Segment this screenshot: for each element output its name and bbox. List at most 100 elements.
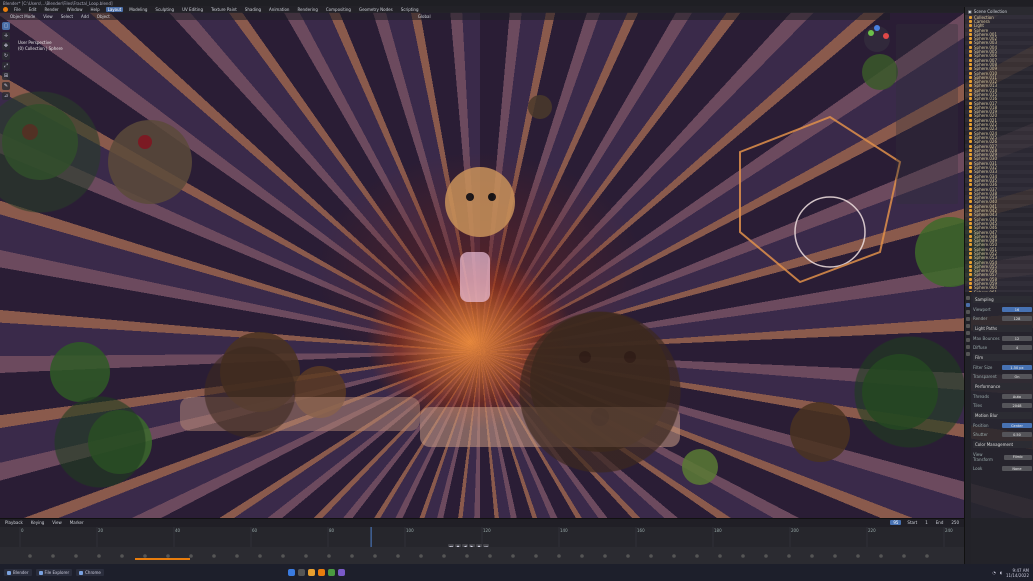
menu-file[interactable]: File bbox=[12, 7, 23, 12]
keyframe-marker[interactable] bbox=[28, 554, 32, 558]
property-section-header[interactable]: Sampling bbox=[973, 296, 1032, 303]
tab-sculpting[interactable]: Sculpting bbox=[153, 7, 176, 12]
keyframe-marker[interactable] bbox=[350, 554, 354, 558]
property-field[interactable]: Center bbox=[1002, 423, 1032, 428]
modifier-tab-icon[interactable] bbox=[966, 345, 970, 349]
start-frame-field[interactable]: 1 bbox=[923, 520, 930, 525]
render-tab-icon[interactable] bbox=[966, 303, 970, 307]
select-box-icon[interactable]: ▢ bbox=[2, 22, 10, 30]
object-menu[interactable]: Object bbox=[95, 14, 112, 19]
keyframe-marker[interactable] bbox=[902, 554, 906, 558]
tab-animation[interactable]: Animation bbox=[267, 7, 291, 12]
marker-menu[interactable]: Marker bbox=[68, 520, 86, 525]
property-field[interactable]: 2048 bbox=[1002, 403, 1032, 408]
tab-shading[interactable]: Shading bbox=[243, 7, 263, 12]
orientation-selector[interactable]: Global bbox=[416, 14, 433, 19]
folder-pinned-icon[interactable] bbox=[307, 569, 315, 576]
keyframe-marker[interactable] bbox=[212, 554, 216, 558]
tab-geometry-nodes[interactable]: Geometry Nodes bbox=[357, 7, 395, 12]
blender-pinned-icon[interactable] bbox=[317, 569, 325, 576]
search-icon[interactable] bbox=[297, 569, 305, 576]
property-section-header[interactable]: Color Management bbox=[973, 441, 1032, 448]
keyframe-marker[interactable] bbox=[787, 554, 791, 558]
property-field[interactable]: 16 bbox=[1002, 307, 1032, 312]
property-field[interactable]: Auto bbox=[1002, 394, 1032, 399]
keyframe-marker[interactable] bbox=[810, 554, 814, 558]
material-tab-icon[interactable] bbox=[966, 352, 970, 356]
menu-help[interactable]: Help bbox=[88, 7, 101, 12]
tab-texture-paint[interactable]: Texture Paint bbox=[209, 7, 239, 12]
taskbar-app-blender[interactable]: Blender bbox=[4, 569, 32, 576]
property-section-header[interactable]: Motion Blur bbox=[973, 412, 1032, 419]
keyframe-marker[interactable] bbox=[442, 554, 446, 558]
property-section-header[interactable]: Performance bbox=[973, 383, 1032, 390]
property-field[interactable]: Filmic bbox=[1003, 454, 1032, 460]
keyframe-marker[interactable] bbox=[235, 554, 239, 558]
keyframe-marker[interactable] bbox=[97, 554, 101, 558]
keyframe-marker[interactable] bbox=[258, 554, 262, 558]
tab-modeling[interactable]: Modeling bbox=[127, 7, 149, 12]
property-field[interactable]: 0.50 bbox=[1002, 432, 1032, 437]
volume-icon[interactable]: ◖ bbox=[1000, 570, 1002, 575]
object-tab-icon[interactable] bbox=[966, 338, 970, 342]
tab-scripting[interactable]: Scripting bbox=[399, 7, 421, 12]
tab-layout[interactable]: Layout bbox=[105, 7, 124, 12]
move-icon[interactable]: ✥ bbox=[2, 42, 10, 50]
keyframe-marker[interactable] bbox=[373, 554, 377, 558]
property-field[interactable]: 1.50 px bbox=[1002, 365, 1032, 370]
rotate-icon[interactable]: ↻ bbox=[2, 52, 10, 60]
keyframe-marker[interactable] bbox=[649, 554, 653, 558]
taskbar-app-chrome[interactable]: Chrome bbox=[76, 569, 104, 576]
keyframe-marker[interactable] bbox=[580, 554, 584, 558]
tab-uv-editing[interactable]: UV Editing bbox=[180, 7, 205, 12]
measure-icon[interactable]: ⊿ bbox=[2, 92, 10, 100]
keyframe-marker[interactable] bbox=[534, 554, 538, 558]
add-menu[interactable]: Add bbox=[79, 14, 91, 19]
keyframe-marker[interactable] bbox=[511, 554, 515, 558]
tool-tab-icon[interactable] bbox=[966, 296, 970, 300]
keyframe-marker[interactable] bbox=[764, 554, 768, 558]
select-menu[interactable]: Select bbox=[59, 14, 75, 19]
navigation-gizmo-icon[interactable] bbox=[862, 24, 892, 54]
keyframe-marker[interactable] bbox=[166, 554, 170, 558]
keyframe-marker[interactable] bbox=[741, 554, 745, 558]
keyframe-marker[interactable] bbox=[327, 554, 331, 558]
cursor-icon[interactable]: ✛ bbox=[2, 32, 10, 40]
keyframe-marker[interactable] bbox=[143, 554, 147, 558]
playback-menu[interactable]: Playback bbox=[3, 520, 25, 525]
keyframe-marker[interactable] bbox=[120, 554, 124, 558]
end-frame-field[interactable]: 250 bbox=[949, 520, 961, 525]
keyframe-marker[interactable] bbox=[603, 554, 607, 558]
property-field[interactable]: 12 bbox=[1002, 336, 1032, 341]
keyframe-marker[interactable] bbox=[695, 554, 699, 558]
view-menu-timeline[interactable]: View bbox=[50, 520, 64, 525]
keyframe-marker[interactable] bbox=[488, 554, 492, 558]
scene-tab-icon[interactable] bbox=[966, 324, 970, 328]
keyframe-marker[interactable] bbox=[672, 554, 676, 558]
keyframe-marker[interactable] bbox=[281, 554, 285, 558]
property-field[interactable]: 128 bbox=[1002, 316, 1032, 321]
keyframe-marker[interactable] bbox=[856, 554, 860, 558]
property-section-header[interactable]: Film bbox=[973, 354, 1032, 361]
keyframe-marker[interactable] bbox=[51, 554, 55, 558]
keyframe-marker[interactable] bbox=[557, 554, 561, 558]
mode-selector[interactable]: Object Mode bbox=[8, 14, 37, 19]
blender-logo-icon[interactable] bbox=[3, 7, 8, 12]
keyframe-marker[interactable] bbox=[626, 554, 630, 558]
start-icon[interactable] bbox=[287, 569, 295, 576]
taskbar-app-explorer[interactable]: File Explorer bbox=[35, 569, 73, 576]
keyframe-marker[interactable] bbox=[925, 554, 929, 558]
wifi-icon[interactable]: ◔ bbox=[992, 570, 996, 575]
preview-range-bar[interactable] bbox=[135, 558, 190, 560]
keyframe-marker[interactable] bbox=[465, 554, 469, 558]
3d-viewport[interactable]: User Perspective (0) Collection | Sphere bbox=[0, 12, 1033, 518]
keyframe-marker[interactable] bbox=[879, 554, 883, 558]
tab-compositing[interactable]: Compositing bbox=[324, 7, 353, 12]
keyframe-marker[interactable] bbox=[718, 554, 722, 558]
property-field[interactable]: 4 bbox=[1002, 345, 1032, 350]
current-frame-field[interactable]: 95 bbox=[890, 520, 902, 525]
property-section-header[interactable]: Light Paths bbox=[973, 325, 1032, 332]
menu-edit[interactable]: Edit bbox=[27, 7, 39, 12]
world-tab-icon[interactable] bbox=[966, 331, 970, 335]
transform-icon[interactable]: ⊞ bbox=[2, 72, 10, 80]
